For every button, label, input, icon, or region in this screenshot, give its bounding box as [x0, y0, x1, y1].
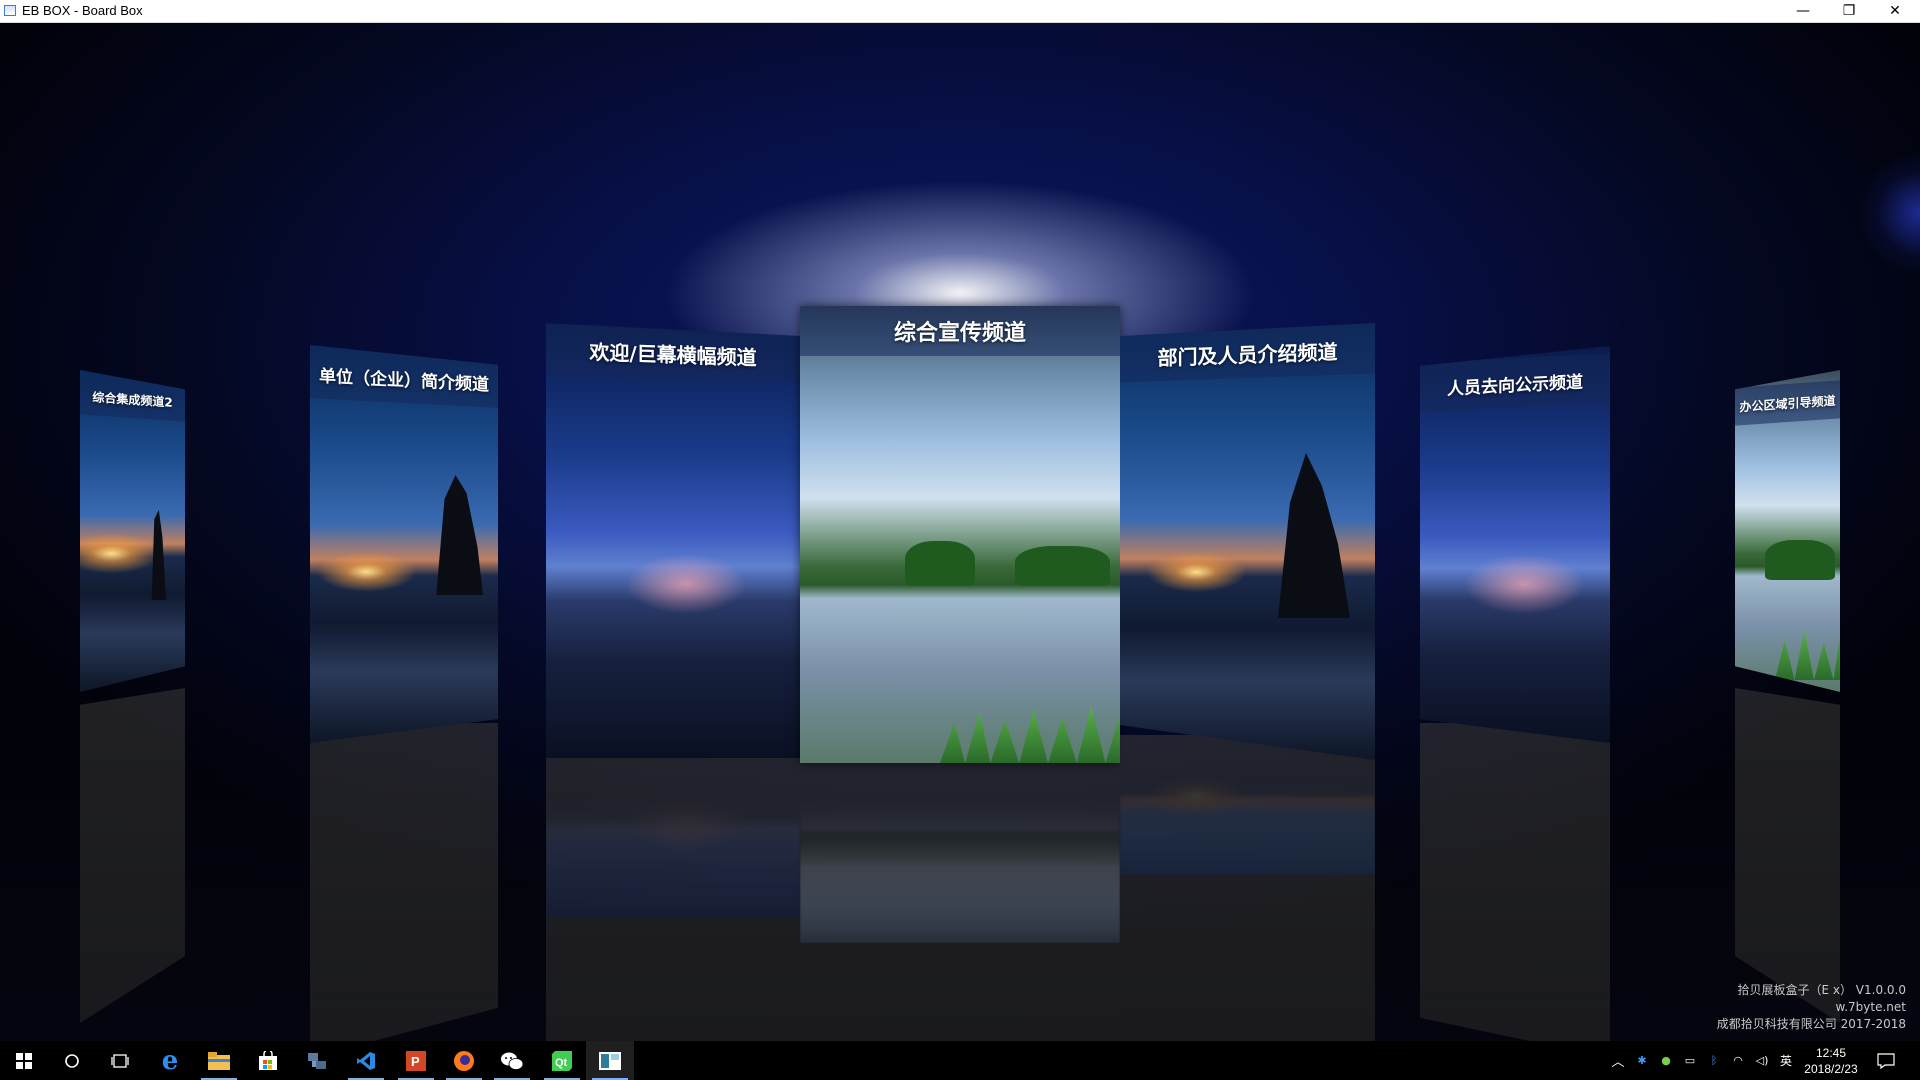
app-icon [4, 5, 16, 16]
title-bar: EB BOX - Board Box — ❐ ✕ [0, 0, 1920, 23]
panel-reflection [1120, 735, 1375, 875]
channel-card-2[interactable]: 单位（企业）简介频道 [310, 345, 498, 743]
channel-card-title: 欢迎/巨幕横幅频道 [546, 323, 800, 383]
copyright-line: 成都拾贝科技有限公司 2017-2018 [1716, 1017, 1906, 1031]
network-tool-icon[interactable] [293, 1041, 341, 1080]
volume-icon[interactable]: ◁) [1750, 1054, 1774, 1067]
grass-shape [940, 706, 1120, 763]
vscode-icon[interactable] [342, 1041, 390, 1080]
notification-icon[interactable] [1862, 1041, 1910, 1080]
edge-icon[interactable]: e [146, 1041, 194, 1080]
channel-card-1[interactable]: 综合集成频道2 [80, 370, 185, 692]
wechat-tray-icon[interactable]: ● [1654, 1054, 1678, 1067]
svg-text:Qt: Qt [555, 1057, 568, 1069]
taskbar: e P Qt ︿ ✱ ● ▭ ᛒ ◠ ◁) 英 12:45 2018/2/23 [0, 1041, 1920, 1080]
tree-shape [905, 541, 975, 586]
bluetooth-app-icon[interactable]: ✱ [1630, 1054, 1654, 1067]
channel-card-6[interactable]: 人员去向公示频道 [1420, 346, 1610, 743]
search-circle-icon[interactable] [48, 1041, 96, 1080]
minimize-button[interactable]: — [1780, 0, 1826, 22]
start-icon[interactable] [0, 1041, 48, 1080]
panel-reflection [1420, 723, 1610, 1041]
store-icon[interactable] [244, 1041, 292, 1080]
rock-shape [546, 378, 586, 410]
powerpoint-icon[interactable]: P [392, 1041, 440, 1080]
battery-icon[interactable]: ▭ [1678, 1054, 1702, 1067]
task-view-icon[interactable] [96, 1041, 144, 1080]
qt-icon[interactable]: Qt [538, 1041, 586, 1080]
rock-shape [1278, 453, 1350, 618]
channel-card-title: 综合宣传频道 [800, 306, 1120, 356]
panel-reflection [546, 758, 800, 918]
window-title: EB BOX - Board Box [22, 3, 143, 18]
channel-card-title: 部门及人员介绍频道 [1120, 323, 1375, 383]
file-explorer-icon[interactable] [195, 1041, 243, 1080]
channel-card-5[interactable]: 部门及人员介绍频道 [1120, 323, 1375, 760]
channel-card-4[interactable]: 综合宣传频道 [800, 306, 1120, 763]
rock-shape [436, 475, 483, 595]
tree-shape [1015, 546, 1110, 586]
carousel-stage: 综合集成频道2 单位（企业）简介频道 欢迎/巨幕横幅频道 综合宣传频道 部门及人… [0, 23, 1920, 1041]
system-tray: ︿ ✱ ● ▭ ᛒ ◠ ◁) 英 [1606, 1041, 1798, 1080]
wifi-icon[interactable]: ◠ [1726, 1054, 1750, 1067]
grass-shape [1775, 630, 1840, 680]
wechat-icon[interactable] [488, 1041, 536, 1080]
channel-card-7[interactable]: 办公区域引导频道 [1735, 370, 1840, 692]
panel-reflection [800, 763, 1120, 943]
channel-card-title: 综合集成频道2 [80, 376, 185, 422]
bluetooth-icon[interactable]: ᛒ [1702, 1054, 1726, 1067]
channel-card-title: 办公区域引导频道 [1735, 380, 1840, 426]
channel-card-3[interactable]: 欢迎/巨幕横幅频道 [546, 323, 800, 758]
channel-card-title: 人员去向公示频道 [1420, 353, 1610, 413]
svg-text:P: P [411, 1054, 420, 1069]
close-button[interactable]: ✕ [1872, 0, 1918, 22]
website-line: w.7byte.net [1835, 1000, 1906, 1014]
ebbox-icon[interactable] [586, 1041, 634, 1080]
firefox-icon[interactable] [440, 1041, 488, 1080]
tree-shape [1765, 540, 1835, 580]
panel-reflection [310, 723, 498, 1041]
version-line: 拾贝展板盒子（E x） V1.0.0.0 [1737, 983, 1906, 997]
version-info: 拾贝展板盒子（E x） V1.0.0.0 w.7byte.net 成都拾贝科技有… [1717, 982, 1906, 1033]
rock-shape [151, 510, 166, 600]
channel-card-title: 单位（企业）简介频道 [310, 348, 498, 408]
glow-decoration [1860, 153, 1920, 273]
restore-button[interactable]: ❐ [1826, 0, 1872, 22]
chevron-up-icon[interactable]: ︿ [1606, 1051, 1630, 1070]
